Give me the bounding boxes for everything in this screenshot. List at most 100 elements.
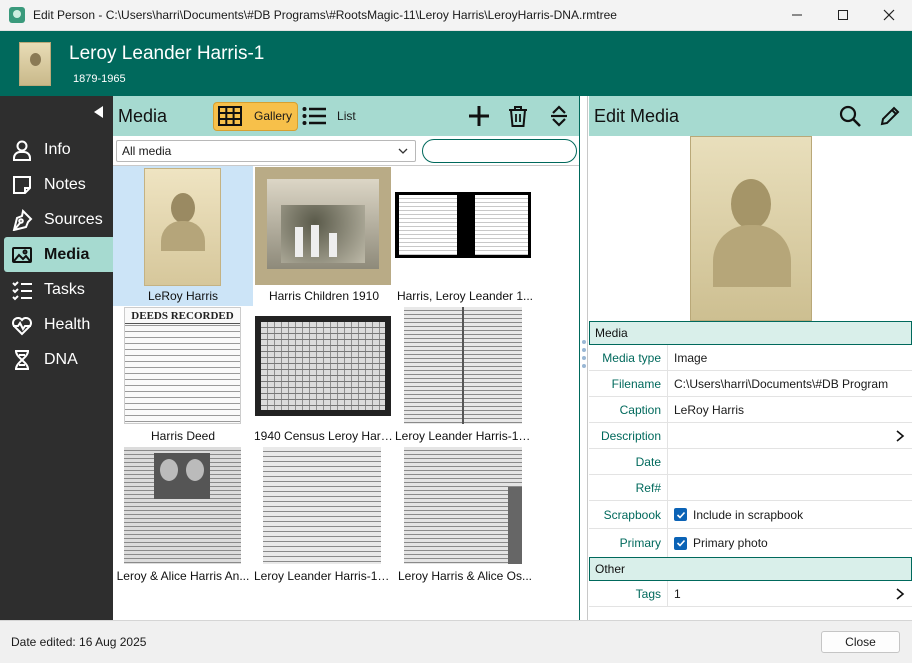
maximize-icon <box>838 10 848 20</box>
media-panel-title: Media <box>118 105 168 126</box>
media-preview <box>589 136 912 321</box>
sidebar-item-info[interactable]: Info <box>4 132 113 167</box>
date-label: Date <box>589 449 668 474</box>
note-icon <box>10 173 34 197</box>
media-tile[interactable]: DEEDS RECORDED Harris Deed <box>113 306 253 446</box>
media-search-box[interactable] <box>422 138 588 163</box>
media-caption: Leroy & Alice Harris An... <box>116 569 250 583</box>
date-edited-text: Date edited: 16 Aug 2025 <box>11 635 147 649</box>
media-caption: Leroy Leander Harris-19... <box>254 569 394 583</box>
media-caption: Leroy Leander Harris-19... <box>395 429 535 443</box>
media-thumbnail <box>404 447 522 564</box>
panel-splitter[interactable] <box>579 96 588 620</box>
date-field[interactable] <box>668 449 912 474</box>
media-tile[interactable]: Harris Children 1910 <box>254 166 394 306</box>
sidebar-item-label: Media <box>44 245 90 263</box>
pen-nib-icon <box>10 208 34 232</box>
media-tile[interactable]: Leroy Harris & Alice Os... <box>395 446 535 586</box>
sidebar-item-sources[interactable]: Sources <box>4 202 113 237</box>
primary-photo-checkbox[interactable] <box>674 536 687 550</box>
delete-media-button[interactable] <box>505 103 531 129</box>
caption-field[interactable]: LeRoy Harris <box>668 397 912 422</box>
sidebar-item-label: Notes <box>44 175 86 193</box>
collapse-sidebar-icon[interactable] <box>94 106 103 118</box>
description-field[interactable] <box>668 423 912 448</box>
media-panel: Media Gallery List All media LeRoy Harri… <box>113 96 588 620</box>
filename-field[interactable]: C:\Users\harri\Documents\#DB Program <box>668 371 912 396</box>
heart-pulse-icon <box>10 313 34 337</box>
media-thumbnail <box>263 447 381 564</box>
media-tile[interactable]: LeRoy Harris <box>113 166 253 306</box>
close-window-button[interactable] <box>866 0 912 31</box>
tags-row: Tags 1 <box>589 581 912 607</box>
media-thumbnail <box>255 167 391 285</box>
media-thumbnail <box>124 447 241 564</box>
media-caption: 1940 Census Leroy Harr... <box>254 429 394 443</box>
grid-icon <box>218 106 243 126</box>
filename-value: C:\Users\harri\Documents\#DB Program <box>674 376 889 391</box>
media-caption: Leroy Harris & Alice Os... <box>397 569 533 583</box>
person-years: 1879-1965 <box>73 72 126 85</box>
media-tile[interactable]: Leroy Leander Harris-19... <box>254 446 394 586</box>
list-view-button[interactable]: List <box>302 106 356 126</box>
deeds-heading: DEEDS RECORDED <box>125 308 240 324</box>
sidebar-item-tasks[interactable]: Tasks <box>4 272 113 307</box>
media-type-filter-select[interactable]: All media <box>116 139 416 162</box>
person-icon <box>10 138 34 162</box>
add-media-button[interactable] <box>466 103 492 129</box>
media-thumbnail <box>404 307 522 424</box>
sidebar-item-label: Info <box>44 140 71 158</box>
media-tile[interactable]: 1940 Census Leroy Harr... <box>254 306 394 446</box>
sort-media-button[interactable] <box>546 103 572 129</box>
sidebar-item-health[interactable]: Health <box>4 307 113 342</box>
gallery-view-label: Gallery <box>254 109 293 123</box>
sidebar: Info Notes Sources Media Tasks Health DN… <box>0 96 113 620</box>
edit-media-title: Edit Media <box>594 105 680 126</box>
pencil-icon <box>880 106 900 126</box>
gallery-view-button[interactable]: Gallery <box>213 101 299 131</box>
plus-icon <box>469 106 489 126</box>
description-row: Description <box>589 423 912 449</box>
view-media-button[interactable] <box>837 103 863 129</box>
tags-value: 1 <box>674 586 681 601</box>
media-panel-header: Media Gallery List <box>113 96 579 136</box>
primary-label: Primary <box>589 529 668 557</box>
sidebar-item-notes[interactable]: Notes <box>4 167 113 202</box>
minimize-button[interactable] <box>774 0 820 31</box>
sidebar-item-media[interactable]: Media <box>4 237 113 272</box>
media-type-field[interactable]: Image <box>668 345 912 370</box>
edit-image-button[interactable] <box>877 103 903 129</box>
media-caption: LeRoy Harris <box>147 289 219 303</box>
chevron-down-icon <box>398 148 408 154</box>
list-view-label: List <box>337 109 356 123</box>
sidebar-item-dna[interactable]: DNA <box>4 342 113 377</box>
checklist-icon <box>10 278 34 302</box>
tags-field[interactable]: 1 <box>668 581 912 606</box>
filename-label: Filename <box>589 371 668 396</box>
person-photo-thumbnail <box>19 41 51 86</box>
window-title: Edit Person - C:\Users\harri\Documents\#… <box>33 8 617 22</box>
scrapbook-checkbox[interactable] <box>674 508 687 521</box>
ref-field[interactable] <box>668 475 912 500</box>
media-search-input[interactable] <box>433 143 588 158</box>
minimize-icon <box>792 14 802 16</box>
media-tile[interactable]: Leroy & Alice Harris An... <box>113 446 253 586</box>
edit-media-header: Edit Media <box>589 96 912 136</box>
media-thumbnail: DEEDS RECORDED <box>124 307 241 424</box>
media-type-value: Image <box>674 350 708 365</box>
media-caption: Harris Children 1910 <box>268 289 380 303</box>
media-filter-row: All media <box>113 136 588 166</box>
close-button[interactable]: Close <box>821 631 900 653</box>
media-tile[interactable]: Harris, Leroy Leander 1... <box>395 166 535 306</box>
media-section-header: Media <box>589 321 912 345</box>
edit-media-panel: Edit Media Media Media type Image Filena… <box>589 96 912 620</box>
maximize-button[interactable] <box>820 0 866 31</box>
caption-label: Caption <box>589 397 668 422</box>
filename-row: Filename C:\Users\harri\Documents\#DB Pr… <box>589 371 912 397</box>
ref-label: Ref# <box>589 475 668 500</box>
sidebar-item-label: DNA <box>44 350 78 368</box>
media-thumbnail <box>395 192 531 258</box>
caption-row: Caption LeRoy Harris <box>589 397 912 423</box>
media-caption: Harris Deed <box>150 429 216 443</box>
media-tile[interactable]: Leroy Leander Harris-19... <box>395 306 535 446</box>
